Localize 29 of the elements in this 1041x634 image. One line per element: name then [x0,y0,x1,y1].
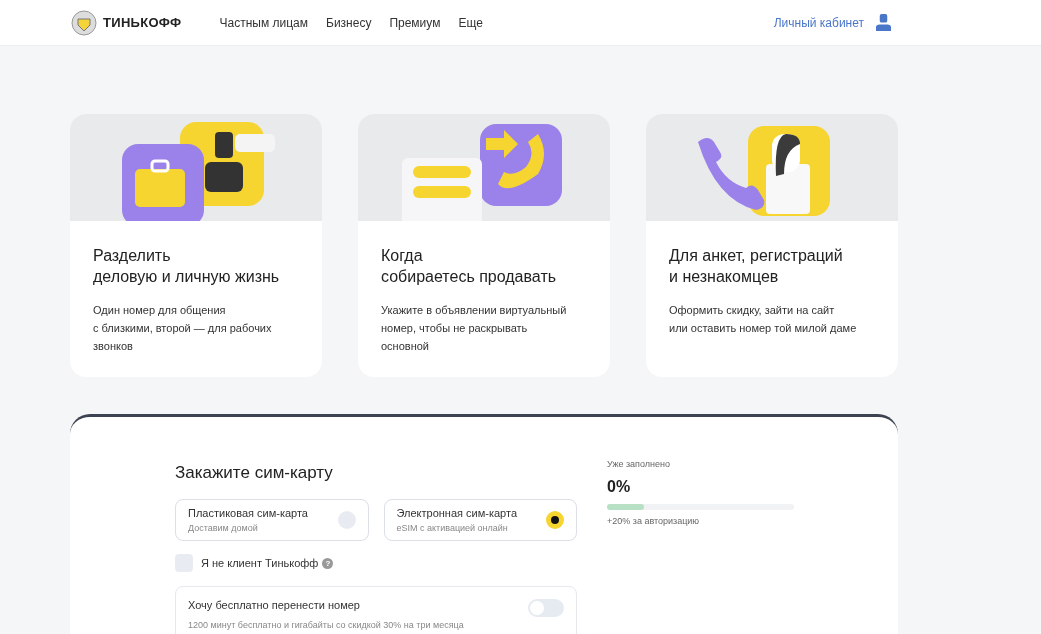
sim-option[interactable]: Пластиковая сим-карта Доставим домой [175,499,369,541]
option-label: Пластиковая сим-карта [188,507,308,519]
card-title: Разделить деловую и личную жизнь [93,246,281,287]
account-link[interactable]: Личный кабинет [773,15,864,30]
option-label: Электронная сим-карта [396,507,518,519]
logo-icon[interactable] [71,9,97,36]
progress-caption: Уже заполнено [607,459,671,469]
radio-button[interactable] [546,511,564,529]
progress-hint: +20% за авторизацию [607,516,701,526]
nav-link[interactable]: Еще [458,15,483,30]
card-text: Оформить скидку, зайти на сайт или оставить номер той милой даме [669,303,858,336]
option-subtitle: eSIM с активацией онлайн [396,523,509,533]
toggle-switch[interactable] [528,599,564,617]
card-title: Когда собираетесь продавать [381,246,558,287]
section-title: Закажите сим-карту [175,463,334,483]
option-subtitle: Доставим домой [188,523,259,533]
user-icon[interactable] [876,14,891,31]
card-text: Один номер для общения с близкими, второй — для рабочих звонков [93,303,273,354]
card-text: Укажите в объявлении виртуальный номер, чтобы не раскрывать основной [381,303,568,354]
sim-option[interactable]: Электронная сим-карта eSIM с активацией онлайн [383,499,577,541]
transfer-subtitle: 1200 минут бесплатно и гигабайты со скидкой 30% на три месяца [188,620,464,630]
nav-link[interactable]: Частным лицам [219,15,308,30]
nav-link[interactable]: Премиум [389,15,441,30]
nav-link[interactable]: Бизнесу [326,15,372,30]
logo-text[interactable]: ТИНЬКОФФ [103,15,182,30]
progress-value: 0% [607,478,632,496]
checkbox-label: Я не клиент Тинькофф [201,557,319,569]
card-title: Для анкет, регистраций и незнакомцев [669,246,844,287]
transfer-label: Хочу бесплатно перенести номер [188,599,361,611]
